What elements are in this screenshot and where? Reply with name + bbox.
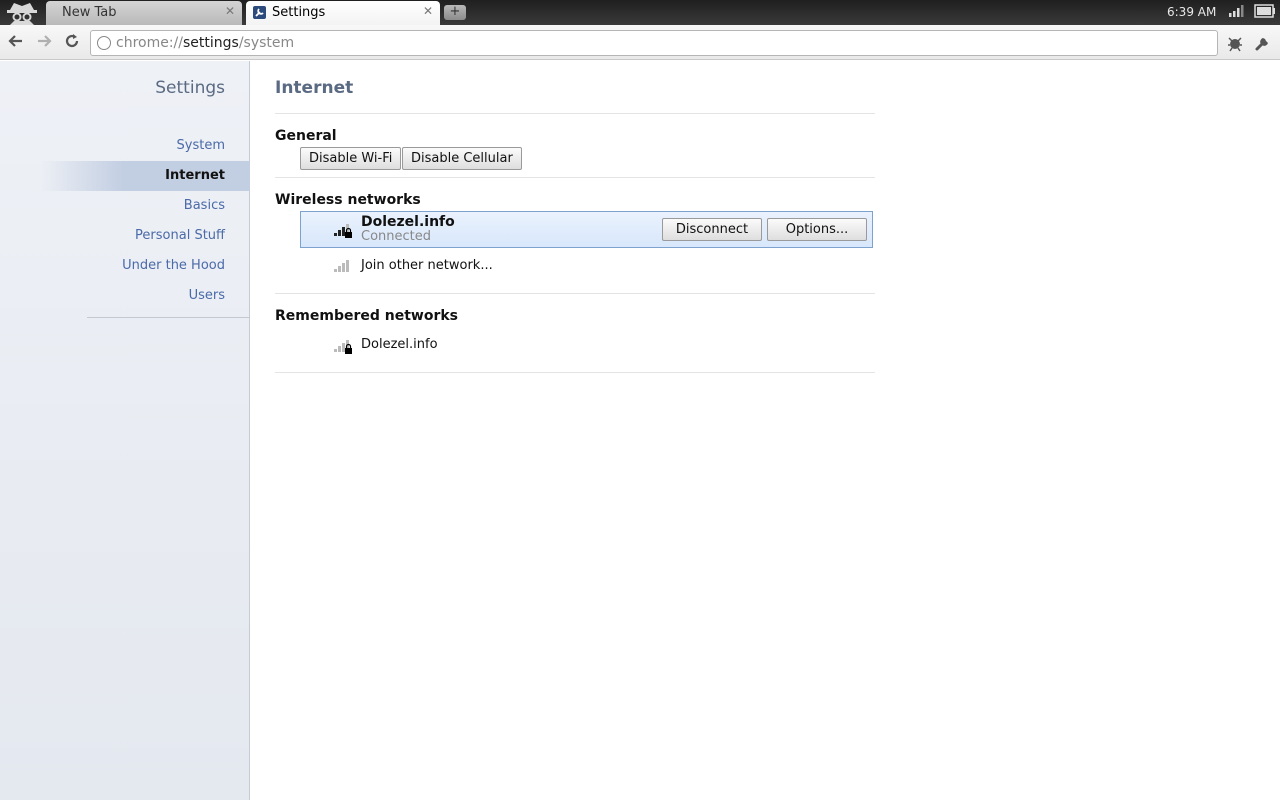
tab-settings[interactable]: Settings ✕ [246, 1, 440, 25]
network-status: Connected [361, 229, 432, 244]
tab-strip: New Tab ✕ Settings ✕ + 6:39 AM [0, 0, 1280, 25]
sidebar-item-system[interactable]: System [177, 138, 225, 153]
sidebar-item-basics[interactable]: Basics [184, 198, 225, 213]
wifi-signal-icon[interactable] [1228, 5, 1244, 21]
sidebar-item-personal-stuff[interactable]: Personal Stuff [135, 228, 225, 243]
wrench-icon[interactable] [1254, 34, 1272, 52]
wifi-signal-icon [334, 340, 352, 354]
join-other-network-link[interactable]: Join other network... [361, 258, 493, 273]
back-icon[interactable] [6, 33, 26, 53]
sidebar-divider [87, 317, 250, 318]
disable-wifi-button[interactable]: Disable Wi-Fi [300, 147, 402, 170]
divider [275, 113, 875, 114]
main-content: Internet General Disable Wi-Fi Disable C… [251, 61, 1280, 800]
divider [275, 293, 875, 294]
tab-new-tab[interactable]: New Tab ✕ [46, 1, 242, 25]
sidebar-item-users[interactable]: Users [189, 288, 225, 303]
network-row-connected[interactable]: Dolezel.info Connected Disconnect Option… [300, 211, 873, 248]
close-icon[interactable]: ✕ [423, 4, 433, 18]
clock: 6:39 AM [1167, 5, 1217, 19]
incognito-icon [2, 0, 42, 25]
toolbar: chrome://settings/system [0, 25, 1280, 60]
close-icon[interactable]: ✕ [225, 4, 235, 18]
sidebar: Settings System Internet Basics Personal… [0, 61, 250, 800]
sidebar-item-under-the-hood[interactable]: Under the Hood [122, 258, 225, 273]
section-wireless-title: Wireless networks [275, 192, 421, 208]
disconnect-button[interactable]: Disconnect [662, 218, 762, 241]
settings-favicon [253, 6, 266, 19]
globe-icon [97, 36, 111, 50]
wifi-signal-icon [334, 260, 352, 274]
tab-title: Settings [272, 5, 326, 20]
network-name: Dolezel.info [361, 214, 455, 230]
sidebar-item-internet[interactable]: Internet [165, 168, 225, 183]
page-title: Internet [275, 78, 354, 98]
battery-icon[interactable] [1254, 4, 1276, 22]
address-bar[interactable]: chrome://settings/system [90, 30, 1218, 56]
new-tab-icon[interactable]: + [444, 5, 466, 20]
section-remembered-title: Remembered networks [275, 308, 459, 324]
options-button[interactable]: Options... [767, 218, 867, 241]
extension-icon[interactable] [1226, 34, 1244, 52]
tab-title: New Tab [62, 5, 117, 20]
wifi-signal-icon [334, 224, 352, 238]
disable-cellular-button[interactable]: Disable Cellular [402, 147, 522, 170]
url-text: chrome://settings/system [116, 35, 295, 51]
section-general-title: General [275, 128, 337, 144]
remembered-network-item[interactable]: Dolezel.info [361, 337, 438, 352]
forward-icon[interactable] [34, 33, 54, 53]
divider [275, 177, 875, 178]
divider [275, 372, 875, 373]
reload-icon[interactable] [62, 33, 82, 53]
sidebar-title: Settings [155, 78, 225, 98]
